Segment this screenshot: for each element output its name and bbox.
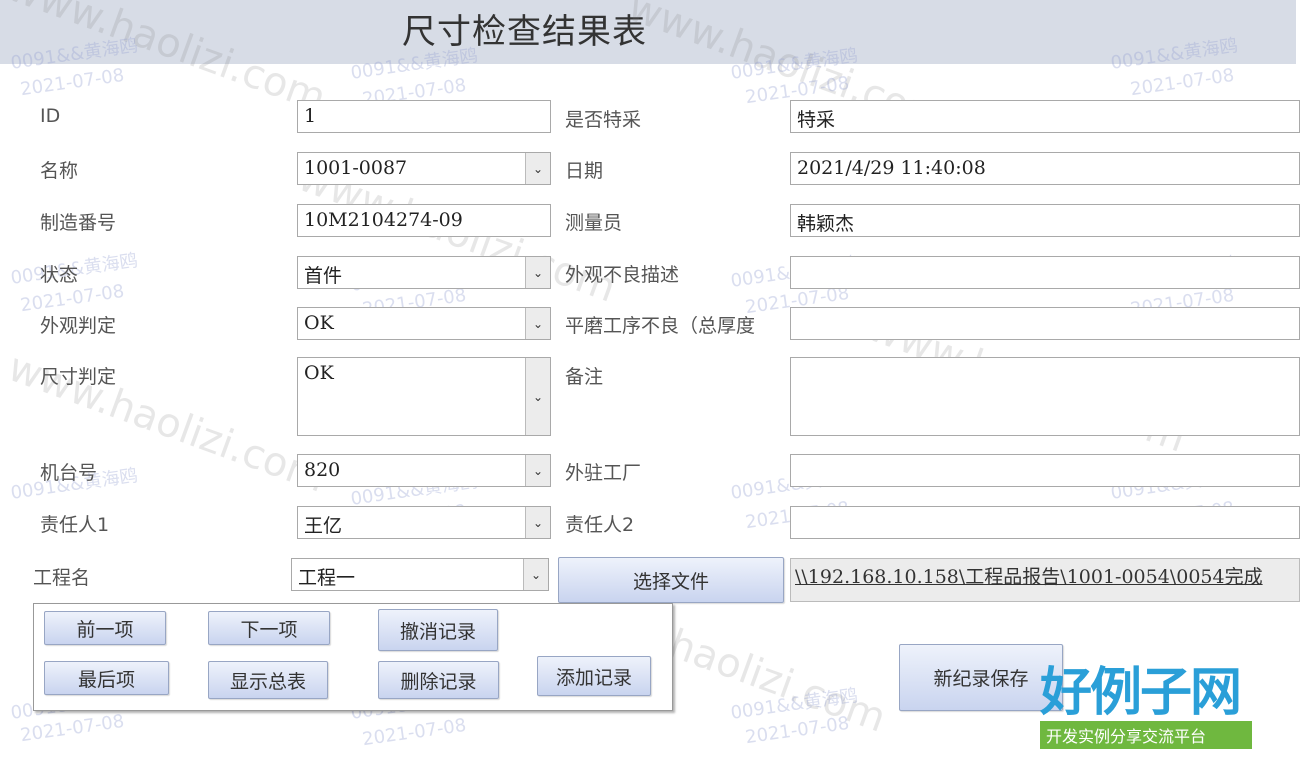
label-dimension-judgement: 尺寸判定	[40, 366, 117, 388]
label-appearance-judgement: 外观判定	[40, 315, 117, 337]
label-inspector: 测量员	[565, 212, 623, 234]
label-special-acceptance: 是否特采	[565, 109, 642, 131]
label-appearance-defect: 外观不良描述	[565, 264, 680, 286]
label-project-name: 工程名	[33, 567, 91, 589]
delete-record-button[interactable]: 删除记录	[378, 661, 499, 699]
label-machine-number: 机台号	[40, 462, 98, 484]
appearance-judgement-combo[interactable]: OK ⌄	[297, 307, 551, 340]
site-logo: 好例子网 开发实例分享交流平台	[1040, 665, 1252, 749]
dimension-judgement-combo[interactable]: OK ⌄	[297, 357, 551, 436]
machine-number-combo[interactable]: 820 ⌄	[297, 454, 551, 487]
serial-number-field[interactable]: 10M2104274-09	[297, 204, 551, 237]
appearance-defect-field[interactable]	[790, 256, 1300, 289]
id-field[interactable]: 1	[297, 100, 551, 133]
label-responsible-1: 责任人1	[40, 514, 110, 536]
label-external-factory: 外驻工厂	[565, 462, 642, 484]
label-remarks: 备注	[565, 366, 604, 388]
label-date: 日期	[565, 160, 604, 182]
show-all-button[interactable]: 显示总表	[208, 661, 328, 699]
select-file-button[interactable]: 选择文件	[558, 557, 784, 603]
label-responsible-2: 责任人2	[565, 514, 635, 536]
label-serial-number: 制造番号	[40, 212, 117, 234]
chevron-down-icon[interactable]: ⌄	[523, 559, 548, 590]
remarks-field[interactable]	[790, 357, 1300, 436]
chevron-down-icon[interactable]: ⌄	[525, 153, 550, 184]
chevron-down-icon[interactable]: ⌄	[525, 455, 550, 486]
logo-name: 好例子网	[1040, 663, 1242, 723]
label-grinding-defect: 平磨工序不良（总厚度	[565, 315, 756, 337]
responsible-1-combo[interactable]: 王亿 ⌄	[297, 506, 551, 539]
external-factory-field[interactable]	[790, 454, 1300, 487]
add-record-button[interactable]: 添加记录	[537, 656, 651, 696]
label-name: 名称	[40, 160, 79, 182]
save-new-record-button[interactable]: 新纪录保存	[899, 644, 1063, 711]
name-combo[interactable]: 1001-0087 ⌄	[297, 152, 551, 185]
cancel-record-button[interactable]: 撤消记录	[378, 609, 498, 651]
next-record-button[interactable]: 下一项	[208, 611, 330, 645]
label-id: ID	[40, 105, 61, 127]
file-path-display[interactable]: \\192.168.10.158\工程品报告\1001-0054\0054完成	[790, 558, 1300, 602]
chevron-down-icon[interactable]: ⌄	[525, 257, 550, 288]
chevron-down-icon[interactable]: ⌄	[525, 308, 550, 339]
chevron-down-icon[interactable]: ⌄	[525, 507, 550, 538]
date-field[interactable]: 2021/4/29 11:40:08	[790, 152, 1300, 185]
label-status: 状态	[40, 264, 79, 286]
special-acceptance-field[interactable]: 特采	[790, 100, 1300, 133]
status-combo[interactable]: 首件 ⌄	[297, 256, 551, 289]
prev-record-button[interactable]: 前一项	[44, 611, 166, 645]
inspector-field[interactable]: 韩颖杰	[790, 204, 1300, 237]
project-name-combo[interactable]: 工程一 ⌄	[291, 558, 549, 591]
grinding-defect-field[interactable]	[790, 307, 1300, 340]
last-record-button[interactable]: 最后项	[44, 661, 169, 695]
chevron-down-icon[interactable]: ⌄	[525, 358, 550, 435]
logo-slogan: 开发实例分享交流平台	[1040, 721, 1252, 749]
responsible-2-field[interactable]	[790, 506, 1300, 539]
